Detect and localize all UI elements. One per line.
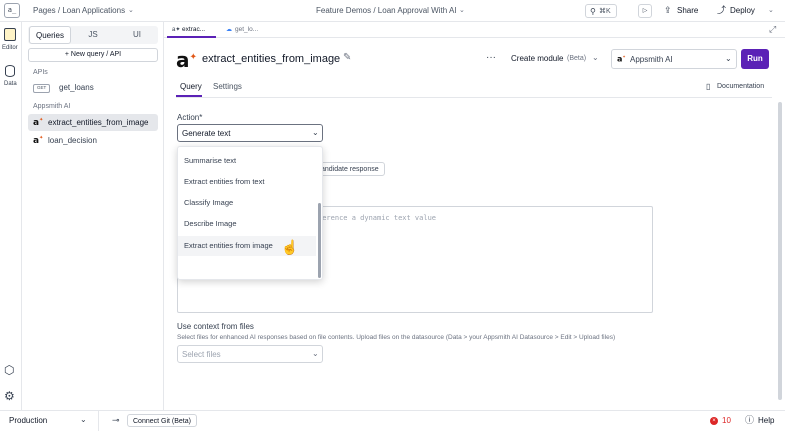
dropdown-option[interactable]: Describe Image [178, 214, 316, 234]
connect-git-label: Connect Git (Beta) [133, 418, 191, 425]
icon-rail: Editor Data ⬡ ⚙ [0, 22, 22, 410]
appsmith-ai-icon: a✦ [33, 117, 44, 128]
editor-tab-active[interactable]: a✦ extrac... [167, 22, 216, 38]
editor-icon[interactable] [4, 28, 16, 41]
explorer-sidebar: Queries JS UI + New query / API APIs GET… [22, 22, 164, 410]
api-method-badge: GET [33, 84, 51, 93]
rocket-icon[interactable]: ⤴ [717, 6, 726, 15]
editor-tabs-bar: a✦ extrac... ☁ get_lo... ⤢ [164, 22, 785, 38]
query-editor: a✦ extrac... ☁ get_lo... ⤢ a✦ extract_en… [164, 22, 785, 410]
chevron-down-icon: ⌄ [312, 128, 319, 137]
appsmith-ai-icon: a✦ [617, 54, 626, 64]
dropdown-option[interactable]: Extract entities from text [178, 172, 316, 192]
action-label: Action* [177, 113, 203, 122]
tab-settings[interactable]: Settings [213, 83, 242, 91]
run-button[interactable]: Run [741, 49, 769, 69]
chevron-down-icon[interactable]: ⌄ [459, 7, 465, 14]
active-tab-underline [176, 95, 202, 97]
scrollbar[interactable] [778, 102, 782, 400]
app-title[interactable]: Feature Demos / Loan Approval With AI [316, 7, 457, 15]
gear-icon[interactable]: ⚙ [4, 390, 15, 402]
chevron-down-icon[interactable]: ⌄ [128, 7, 134, 14]
chevron-down-icon: ⌄ [312, 349, 319, 358]
select-files-dropdown[interactable]: Select files ⌄ [177, 345, 323, 363]
chevron-down-icon: ⌄ [725, 54, 732, 63]
hand-pointer-icon: ☝ [281, 239, 299, 255]
prompt-placeholder: ference a dynamic text value [318, 214, 437, 222]
create-module-button[interactable]: Create module [511, 55, 563, 63]
candidate-response-button[interactable]: andidate response [315, 162, 385, 176]
chevron-down-icon[interactable]: ⌄ [592, 54, 599, 62]
dropdown-option[interactable]: Summarise text [178, 151, 316, 171]
list-item[interactable]: GET get_loans [28, 79, 158, 95]
share-button[interactable]: Share [677, 7, 698, 15]
page-breadcrumb[interactable]: Pages / Loan Applications [33, 7, 125, 15]
error-count[interactable]: 10 [722, 417, 731, 425]
search-button[interactable]: ⚲ ⌘K [585, 4, 617, 18]
appsmith-ai-icon: a✦ [172, 27, 181, 33]
environment-select[interactable]: Production [9, 417, 47, 425]
sidebar-segment-control: Queries JS UI [28, 26, 158, 44]
appsmith-logo[interactable]: a_ [4, 3, 20, 18]
preview-button[interactable]: ▷ [638, 4, 652, 18]
new-query-button[interactable]: + New query / API [28, 48, 158, 62]
query-title[interactable]: extract_entities_from_image [202, 54, 340, 65]
search-shortcut: ⌘K [599, 8, 611, 15]
api-icon: ☁ [226, 27, 232, 33]
appsmith-ai-icon: a✦ [33, 135, 44, 146]
tab-query[interactable]: Query [180, 83, 202, 91]
divider [98, 411, 99, 431]
git-icon: ⊸ [112, 415, 120, 425]
dropdown-option[interactable]: Classify Image [178, 193, 316, 213]
share-icon[interactable]: ⇪ [664, 6, 672, 15]
select-files-placeholder: Select files [182, 350, 221, 359]
beta-badge: (Beta) [567, 55, 587, 62]
editor-tab-label: get_lo... [235, 26, 259, 33]
pencil-icon[interactable]: ✎ [343, 53, 351, 63]
chevron-down-icon[interactable]: ⌄ [80, 416, 87, 424]
action-options-dropdown: Summarise text Extract entities from tex… [177, 146, 323, 280]
editor-label: Editor [2, 45, 18, 51]
deploy-button[interactable]: Deploy [730, 7, 755, 15]
apis-section-header: APIs [33, 69, 48, 76]
api-name: get_loans [59, 83, 94, 92]
tab-js[interactable]: JS [72, 26, 114, 44]
datasource-name: Appsmith AI [630, 55, 673, 64]
editor-tab[interactable]: ☁ get_lo... [220, 22, 270, 38]
list-item-selected[interactable]: a✦ extract_entities_from_image [28, 114, 158, 131]
context-files-help: Select files for enhanced AI responses b… [177, 334, 616, 341]
datasource-select[interactable]: a✦ Appsmith AI ⌄ [611, 49, 737, 69]
dropdown-scrollbar[interactable] [318, 203, 321, 278]
context-files-label: Use context from files [177, 322, 254, 331]
error-icon[interactable]: × [710, 417, 718, 425]
query-subtabs: Query Settings ▯ Documentation [176, 80, 772, 98]
action-value: Generate text [182, 129, 231, 138]
package-icon[interactable]: ⬡ [4, 364, 14, 376]
appsmith-ai-logo: a✦ [176, 48, 198, 72]
tab-queries[interactable]: Queries [29, 26, 71, 44]
action-select[interactable]: Generate text ⌄ [177, 124, 323, 142]
search-icon: ⚲ [590, 7, 596, 16]
documentation-link[interactable]: Documentation [717, 83, 764, 90]
data-label: Data [4, 81, 17, 87]
chevron-down-icon[interactable]: ⌄ [768, 7, 774, 14]
book-icon: ▯ [706, 82, 711, 91]
query-name: extract_entities_from_image [48, 118, 149, 127]
more-icon[interactable]: ··· [486, 53, 496, 63]
data-icon[interactable] [5, 65, 15, 77]
help-button[interactable]: Help [758, 417, 774, 425]
candidate-response-label: andidate response [321, 166, 379, 173]
tab-ui[interactable]: UI [116, 26, 158, 44]
editor-tab-label: extrac... [182, 26, 206, 33]
top-bar: a_ Pages / Loan Applications ⌄ Feature D… [0, 0, 785, 22]
expand-icon[interactable]: ⤢ [769, 25, 776, 34]
bottom-bar: Production ⌄ ⊸ Connect Git (Beta) × 10 ⓘ… [0, 410, 785, 431]
connect-git-button[interactable]: Connect Git (Beta) [127, 414, 197, 427]
help-icon[interactable]: ⓘ [745, 416, 754, 425]
ai-section-header: Appsmith AI [33, 103, 71, 110]
query-name: loan_decision [48, 136, 97, 145]
list-item[interactable]: a✦ loan_decision [28, 132, 158, 149]
